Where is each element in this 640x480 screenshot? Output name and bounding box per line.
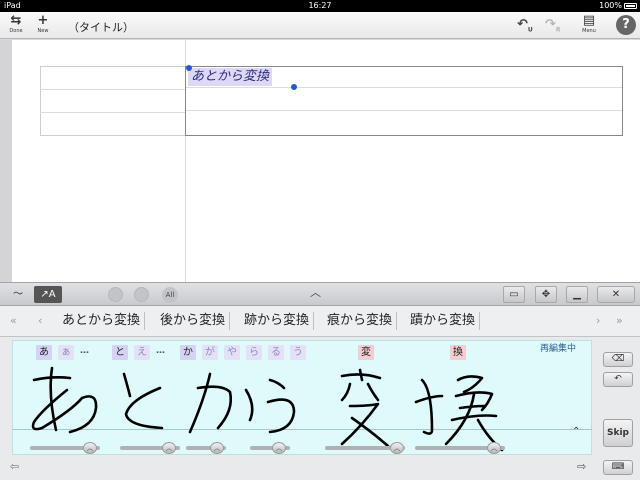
draw-mode-button[interactable]: 〜 — [6, 286, 30, 303]
battery-icon — [624, 3, 637, 9]
segment-knob[interactable]: ︿ — [210, 442, 224, 454]
ink-stroke — [244, 388, 254, 422]
stroke-icon: 〜 — [13, 289, 23, 300]
segment-knob[interactable]: ︿ — [487, 442, 501, 454]
plus-icon: + — [37, 13, 49, 28]
ink-stroke — [196, 385, 233, 430]
table: あとから変換 — [40, 65, 623, 136]
convert-mode-button[interactable]: ↗A — [34, 286, 62, 303]
redo-icon: ↷ — [545, 17, 556, 32]
undo-ink-button[interactable]: ↶ — [603, 372, 633, 387]
clock: 16:27 — [308, 1, 332, 10]
segment-knob[interactable]: ︿ — [272, 442, 286, 454]
handwriting-strokes — [31, 366, 504, 452]
ink-stroke — [122, 372, 132, 398]
undo-button[interactable]: ↶U — [517, 17, 533, 34]
help-button[interactable]: ? — [616, 15, 636, 35]
ink-stroke — [456, 375, 484, 394]
collapse-up-icon[interactable]: ⌃ — [572, 426, 580, 437]
new-label: New — [37, 28, 49, 34]
move-icon: ✥ — [541, 289, 551, 300]
battery-percent: 100% — [599, 1, 622, 10]
next-page-icon[interactable]: › — [596, 314, 600, 327]
disabled-circle-button[interactable] — [108, 287, 123, 302]
move-panel-button[interactable]: ✥ — [535, 286, 557, 303]
segment-knob[interactable]: ︿ — [162, 442, 176, 454]
arrow-left-icon[interactable]: ⇦ — [10, 460, 19, 473]
ink-stroke — [420, 378, 434, 435]
back-arrows-icon: ⇆ — [10, 13, 22, 28]
candidate-item[interactable]: 痕から変換 — [327, 312, 398, 330]
dock-panel-button[interactable]: ▁ — [566, 286, 588, 303]
backspace-icon: ⌫ — [611, 354, 625, 364]
left-margin — [0, 40, 12, 282]
undo-sub: U — [527, 26, 533, 34]
ink-stroke — [124, 386, 164, 430]
stroke-to-text-icon: ↗A — [40, 289, 56, 300]
table-cell-left[interactable] — [40, 66, 186, 136]
candidate-bar: « ‹ あとから変換 後から変換 跡から変換 痕から変換 蹟から変換 › » — [0, 306, 640, 337]
redo-sub: R — [555, 26, 561, 34]
undo-icon: ↶ — [614, 374, 622, 384]
status-bar: iPad 16:27 100% — [0, 0, 640, 12]
ink-stroke — [188, 372, 212, 434]
ink-stroke — [268, 378, 286, 390]
caret-up-icon[interactable]: ︿ — [310, 284, 321, 300]
undo-icon: ↶ — [517, 17, 528, 32]
input-panel-toolbar: 〜 ↗A All ︿ ▭ ✥ ▁ ✕ — [0, 282, 640, 306]
selection-start-handle[interactable] — [186, 65, 192, 71]
dock-icon: ▁ — [573, 289, 581, 300]
close-panel-button[interactable]: ✕ — [597, 286, 635, 303]
segment-knob[interactable]: ︿ — [83, 442, 97, 454]
menu-label: Menu — [582, 28, 596, 34]
ink-stroke — [31, 388, 98, 434]
selected-text[interactable]: あとから変換 — [188, 68, 273, 86]
keyboard-button[interactable]: ⌨ — [603, 460, 633, 475]
segment-knob[interactable]: ︿ — [390, 442, 404, 454]
first-page-icon[interactable]: « — [10, 314, 17, 327]
candidate-item[interactable]: 蹟から変換 — [410, 312, 481, 330]
last-page-icon[interactable]: » — [616, 314, 623, 327]
ink-stroke — [350, 416, 390, 448]
row-line — [40, 89, 186, 90]
keyboard-toggle-button[interactable]: ▭ — [503, 286, 525, 303]
redo-button[interactable]: ↷R — [545, 17, 561, 34]
document-title[interactable]: （タイトル） — [68, 19, 134, 35]
menu-icon: ▤ — [582, 13, 596, 28]
keyboard-icon: ⌨ — [611, 462, 625, 472]
app-toolbar: ⇆ Done + New （タイトル） ↶U ↷R ▤ Menu ? — [0, 12, 640, 39]
done-button[interactable]: ⇆ Done — [1, 14, 31, 38]
close-icon: ✕ — [611, 289, 621, 300]
ink-stroke — [266, 398, 296, 434]
ink-stroke — [340, 382, 380, 402]
done-label: Done — [9, 28, 23, 34]
backspace-button[interactable]: ⌫ — [603, 352, 633, 367]
row-line — [40, 112, 186, 113]
row-line — [186, 110, 622, 111]
arrow-right-icon[interactable]: ⇨ — [577, 460, 586, 473]
row-line — [186, 87, 622, 88]
all-button[interactable]: All — [162, 287, 178, 303]
menu-button[interactable]: ▤ Menu — [574, 14, 604, 38]
disabled-circle-button[interactable] — [134, 287, 149, 302]
candidate-item[interactable]: 後から変換 — [160, 312, 231, 330]
candidate-item[interactable]: あとから変換 — [62, 312, 146, 330]
selection-end-handle[interactable] — [291, 84, 297, 90]
skip-button[interactable]: Skip — [603, 419, 633, 447]
keyboard-icon: ▭ — [509, 289, 519, 300]
new-button[interactable]: + New — [28, 14, 58, 38]
candidate-item[interactable]: 跡から変換 — [244, 312, 315, 330]
ink-stroke — [358, 368, 364, 382]
prev-page-icon[interactable]: ‹ — [38, 314, 42, 327]
